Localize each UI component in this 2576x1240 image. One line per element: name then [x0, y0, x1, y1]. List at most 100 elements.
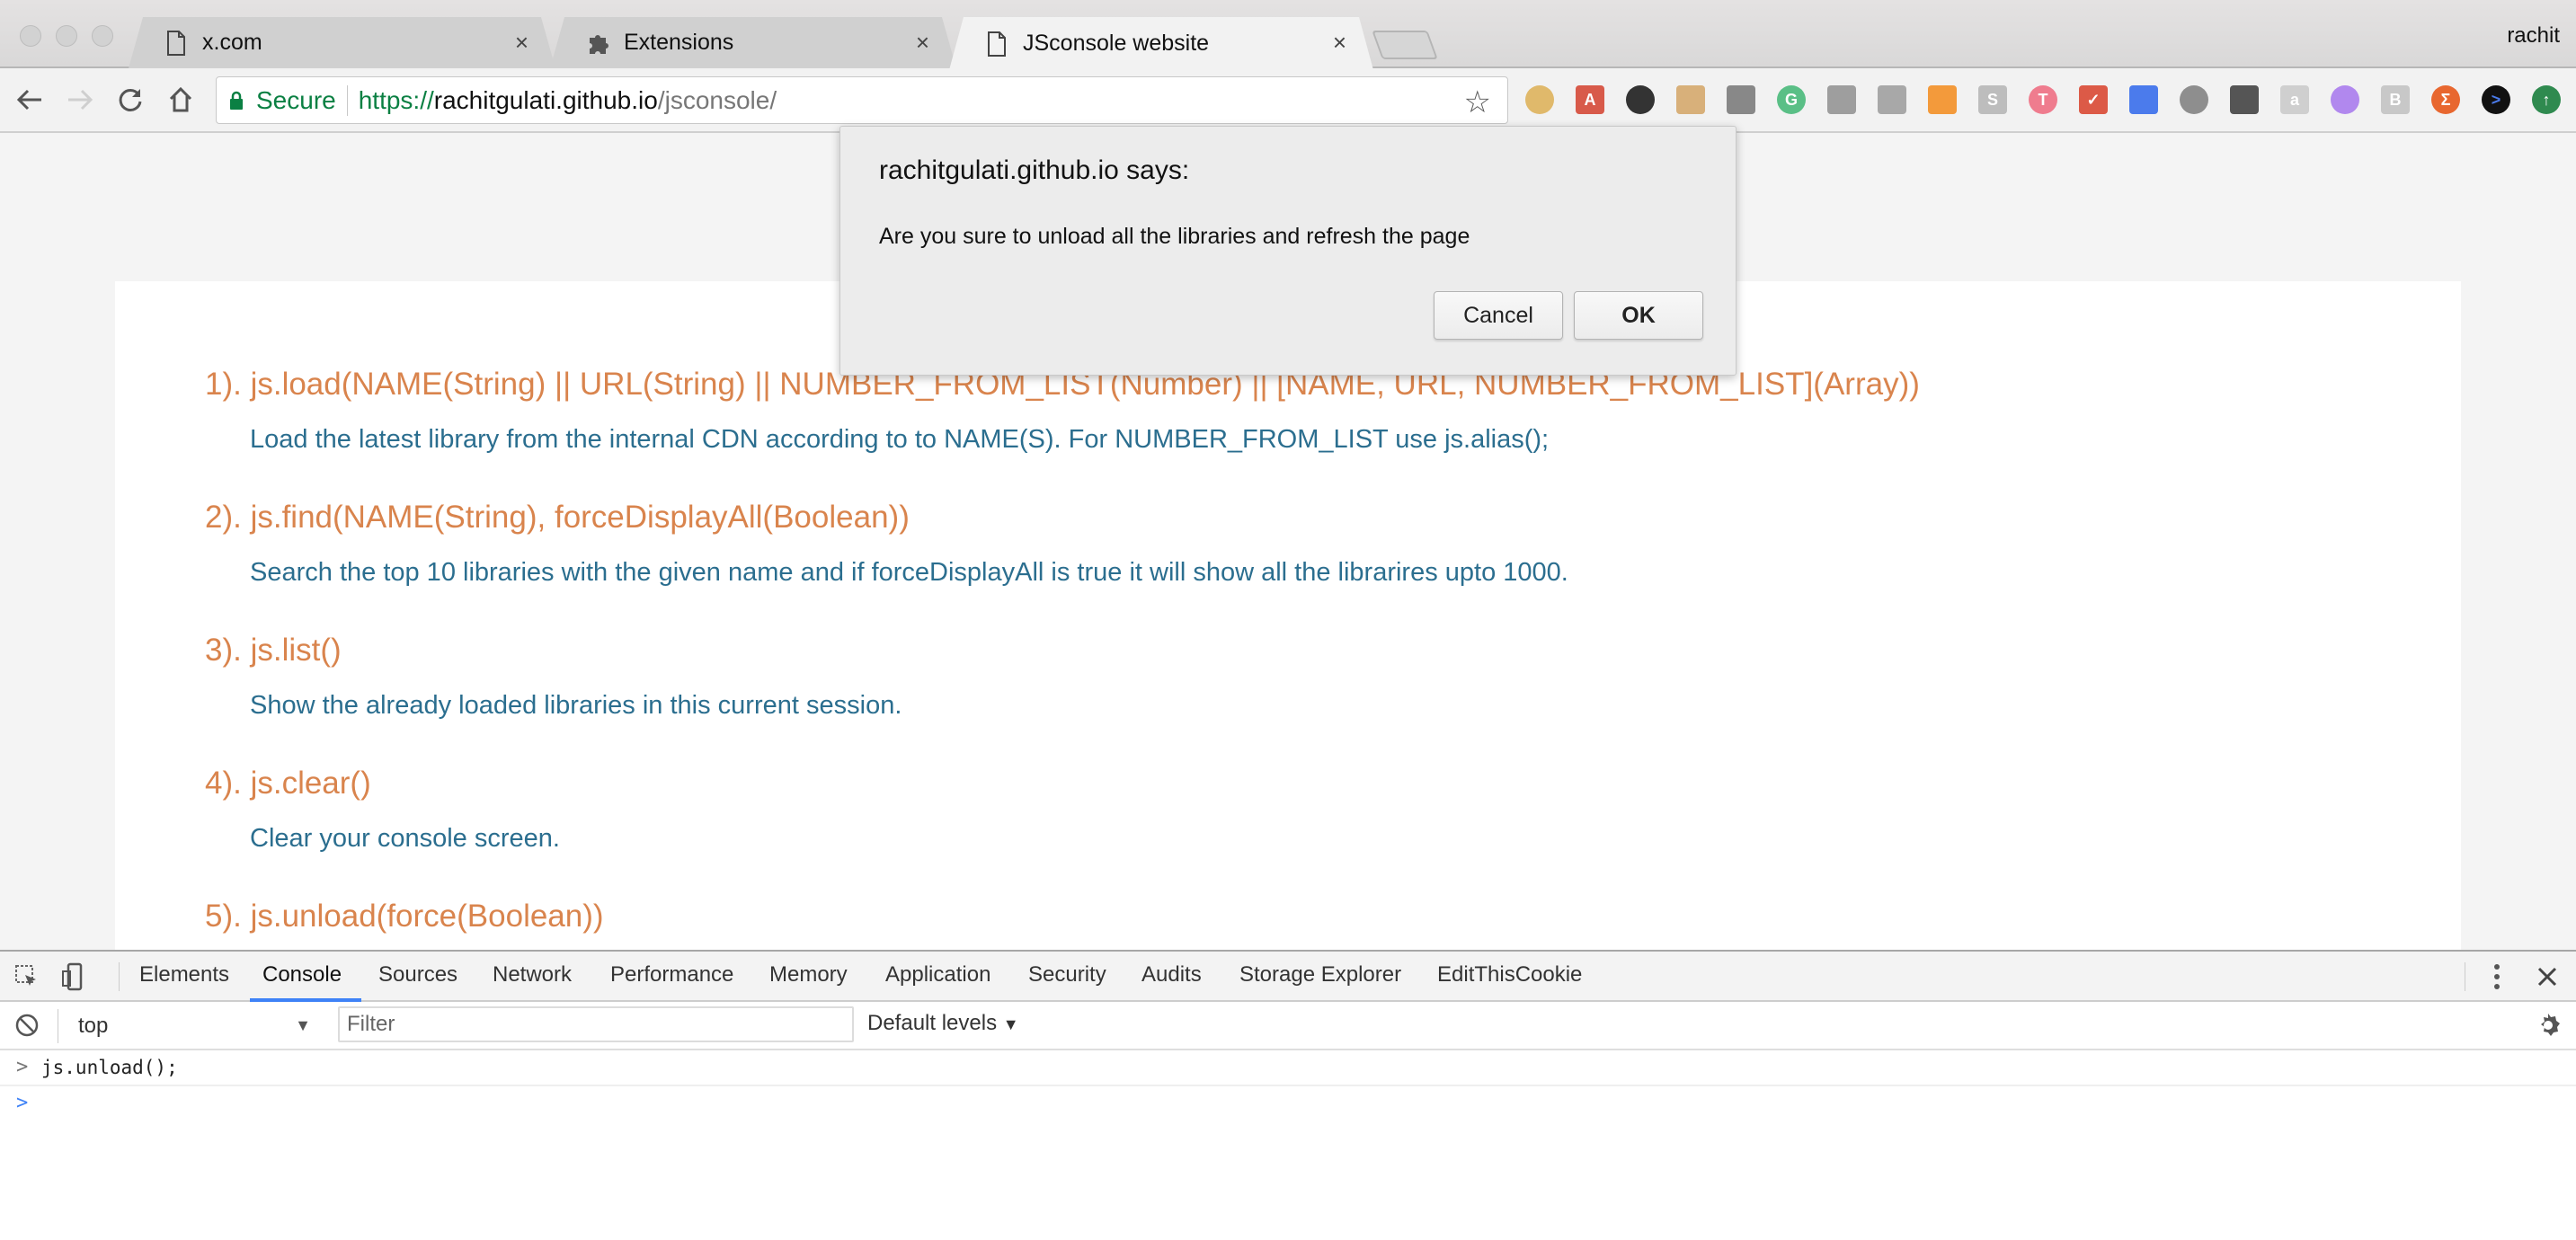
reload-icon	[119, 88, 142, 111]
lock-icon	[229, 91, 244, 111]
page-icon	[987, 31, 1007, 57]
devtools-tab-audits[interactable]: Audits	[1141, 962, 1202, 988]
profile-name[interactable]: rachit	[2507, 23, 2560, 49]
omnibox-divider	[346, 84, 348, 116]
tab-title: JSconsole website	[1023, 31, 1210, 56]
puzzle-icon	[588, 31, 608, 56]
grammarly-icon[interactable]: G	[1777, 85, 1806, 114]
bookmark-star-icon[interactable]: ☆	[1464, 84, 1491, 120]
dialog-message: Are you sure to unload all the libraries…	[879, 224, 1470, 249]
command-description: Search the top 10 libraries with the giv…	[250, 558, 1568, 587]
editthiscookie-icon[interactable]	[1525, 85, 1554, 114]
s-icon[interactable]: S	[1978, 85, 2007, 114]
upload-icon[interactable]: ↑	[2532, 85, 2561, 114]
reload-button[interactable]	[115, 84, 146, 115]
tab-title: x.com	[202, 30, 262, 55]
log-levels-dropdown[interactable]: Default levels ▼	[867, 1011, 1019, 1036]
console-input[interactable]: >	[0, 1086, 2576, 1140]
devtools-tab-security[interactable]: Security	[1028, 962, 1106, 988]
devtools-tab-elements[interactable]: Elements	[139, 962, 229, 988]
devtools-tab-editthiscookie[interactable]: EditThisCookie	[1437, 962, 1582, 988]
tab-title: Extensions	[624, 30, 734, 55]
content-panel: 1). js.load(NAME(String) || URL(String) …	[115, 281, 2461, 950]
tab-jsconsole-website[interactable]: JSconsole website ×	[949, 17, 1373, 70]
book-icon[interactable]: A	[1576, 85, 1604, 114]
window-zoom-button[interactable]	[92, 25, 113, 47]
cancel-button[interactable]: Cancel	[1434, 291, 1563, 340]
sigma-icon[interactable]: Σ	[2431, 85, 2460, 114]
window-close-button[interactable]	[20, 25, 41, 47]
camera-lens-icon[interactable]	[1626, 85, 1655, 114]
ruler-icon[interactable]	[1676, 85, 1705, 114]
devtools-tab-application[interactable]: Application	[885, 962, 990, 988]
close-icon[interactable]: ×	[916, 29, 929, 57]
command-signature: 3). js.list()	[205, 633, 342, 668]
clear-console-icon[interactable]	[14, 1013, 40, 1042]
tag-icon[interactable]	[1928, 85, 1957, 114]
gear-bug-icon[interactable]	[1727, 85, 1755, 114]
chat-icon[interactable]: a	[2280, 85, 2309, 114]
new-tab-button[interactable]	[1372, 31, 1438, 59]
console-code: js.unload();	[41, 1057, 178, 1078]
console-settings-gear-icon[interactable]	[2535, 1012, 2562, 1043]
command-description: Clear your console screen.	[250, 824, 560, 853]
command-description: Show the already loaded libraries in thi…	[250, 691, 902, 720]
clock-icon[interactable]	[2180, 85, 2208, 114]
devtools-tab-storage-explorer[interactable]: Storage Explorer	[1239, 962, 1401, 988]
todoist-icon[interactable]: ✓	[2079, 85, 2108, 114]
context-selector[interactable]: top ▼	[58, 1009, 318, 1043]
arrow-left-icon	[16, 89, 41, 111]
dropdown-arrow-icon: ▼	[295, 1016, 311, 1034]
prompt-icon[interactable]: >	[2482, 85, 2510, 114]
arrow-right-icon	[68, 89, 93, 111]
b-icon[interactable]: B	[2381, 85, 2410, 114]
context-value: top	[78, 1014, 109, 1038]
ok-button[interactable]: OK	[1574, 291, 1703, 340]
filter-input[interactable]	[338, 1006, 854, 1042]
tab-strip: x.com × Extensions × JSconsole website ×…	[0, 0, 2576, 68]
security-label[interactable]: Secure	[256, 86, 336, 115]
devtools-tab-sources[interactable]: Sources	[378, 962, 457, 988]
devtools-tab-performance[interactable]: Performance	[610, 962, 733, 988]
url-scheme: https://	[358, 85, 434, 114]
command-signature: 2). js.find(NAME(String), forceDisplayAl…	[205, 500, 910, 535]
device-toolbar-icon[interactable]	[61, 962, 84, 996]
eyedropper-icon[interactable]	[2230, 85, 2259, 114]
input-echo-chevron-icon: >	[16, 1056, 29, 1078]
tab-x-com[interactable]: x.com ×	[129, 17, 555, 68]
react-icon[interactable]	[1878, 85, 1906, 114]
devtools-tab-network[interactable]: Network	[493, 962, 572, 988]
prompt-chevron-icon: >	[16, 1092, 29, 1114]
log-levels-label: Default levels	[867, 1011, 998, 1035]
more-options-icon[interactable]	[2492, 962, 2502, 996]
devtools-tab-memory[interactable]: Memory	[769, 962, 848, 988]
pen-icon[interactable]	[2331, 85, 2359, 114]
lighthouse-icon[interactable]	[2129, 85, 2158, 114]
command-signature: 5). js.unload(force(Boolean))	[205, 899, 604, 934]
dropdown-arrow-icon: ▼	[1002, 1015, 1019, 1033]
url-path: /jsconsole/	[657, 85, 777, 114]
console-toolbar: top ▼ Default levels ▼	[0, 1002, 2576, 1050]
window-minimize-button[interactable]	[56, 25, 77, 47]
tab-extensions[interactable]: Extensions ×	[550, 17, 956, 68]
dialog-title: rachitgulati.github.io says:	[879, 155, 1190, 185]
inspect-element-icon[interactable]	[14, 964, 40, 994]
home-icon	[169, 86, 192, 112]
console-log-row: > js.unload();	[0, 1050, 2576, 1086]
forward-button[interactable]	[65, 84, 95, 115]
devtools-panel: Elements Console Sources Network Perform…	[0, 950, 2576, 1240]
command-signature: 4). js.clear()	[205, 766, 371, 801]
toolbar-divider	[119, 962, 120, 991]
alert-dialog: rachitgulati.github.io says: Are you sur…	[839, 126, 1737, 376]
close-icon[interactable]: ×	[1333, 29, 1346, 57]
back-button[interactable]	[14, 84, 45, 115]
outlet-icon[interactable]	[1827, 85, 1856, 114]
page-icon	[166, 31, 186, 56]
close-icon[interactable]: ×	[515, 29, 529, 57]
devtools-tab-console[interactable]: Console	[262, 962, 342, 988]
address-bar[interactable]: Secure https://rachitgulati.github.io/js…	[216, 76, 1508, 124]
browser-toolbar: Secure https://rachitgulati.github.io/js…	[0, 68, 2576, 133]
home-button[interactable]	[165, 84, 196, 115]
close-devtools-icon[interactable]	[2536, 966, 2558, 992]
t-icon[interactable]: T	[2029, 85, 2057, 114]
